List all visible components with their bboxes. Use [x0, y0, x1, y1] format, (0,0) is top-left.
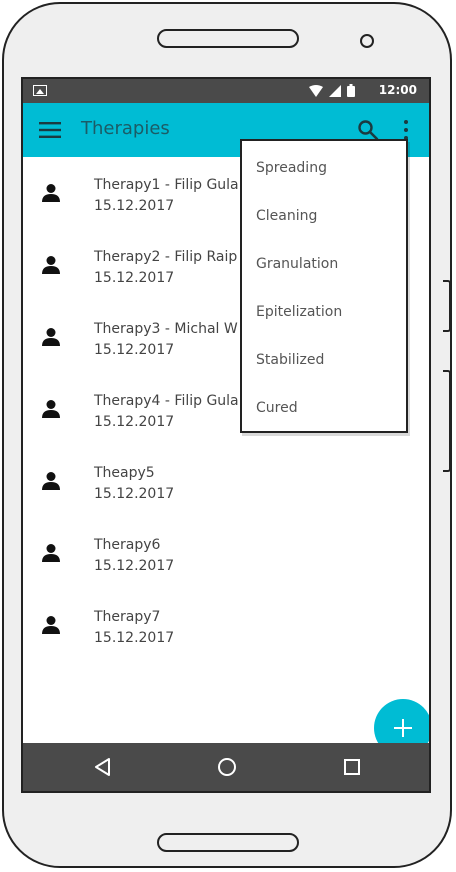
menu-item-stabilized[interactable]: Stabilized [242, 336, 406, 384]
menu-item-cured[interactable]: Cured [242, 384, 406, 432]
filter-dropdown-menu: Spreading Cleaning Granulation Epiteliza… [240, 139, 408, 433]
menu-item-granulation[interactable]: Granulation [242, 240, 406, 288]
recents-square-icon[interactable] [343, 758, 361, 776]
therapy-date: 15.12.2017 [94, 342, 175, 358]
back-triangle-icon[interactable] [93, 757, 113, 777]
person-icon [42, 400, 60, 418]
person-icon [42, 328, 60, 346]
person-icon [42, 256, 60, 274]
volume-button [443, 280, 451, 332]
person-icon [42, 616, 60, 634]
person-icon [42, 472, 60, 490]
therapy-title: Therapy7 [94, 609, 161, 625]
person-icon [42, 544, 60, 562]
therapy-title: Therapy1 - Filip Gula [94, 177, 239, 193]
wifi-icon [309, 84, 323, 97]
page-title: Therapies [81, 118, 170, 139]
therapy-date: 15.12.2017 [94, 198, 175, 214]
screen: 12:00 Therapies Therapy1 - Filip Gula 15… [21, 77, 431, 793]
status-icons [309, 84, 355, 97]
list-item[interactable]: Therapy7 15.12.2017 [23, 589, 429, 661]
list-item[interactable]: Therapy6 15.12.2017 [23, 517, 429, 589]
home-circle-icon[interactable] [217, 757, 237, 777]
therapy-date: 15.12.2017 [94, 270, 175, 286]
list-item[interactable]: Theapy5 15.12.2017 [23, 445, 429, 517]
menu-item-cleaning[interactable]: Cleaning [242, 192, 406, 240]
top-speaker [157, 29, 299, 48]
battery-icon [347, 84, 355, 97]
search-icon[interactable] [357, 119, 379, 141]
therapy-date: 15.12.2017 [94, 558, 175, 574]
therapy-title: Theapy5 [94, 465, 155, 481]
plus-icon [394, 719, 412, 737]
therapy-date: 15.12.2017 [94, 486, 175, 502]
therapy-date: 15.12.2017 [94, 414, 175, 430]
status-time: 12:00 [378, 83, 417, 97]
navigation-bar [23, 743, 429, 791]
bottom-speaker [157, 833, 299, 852]
more-vertical-icon[interactable] [401, 119, 411, 141]
therapy-date: 15.12.2017 [94, 630, 175, 646]
therapy-title: Therapy6 [94, 537, 161, 553]
person-icon [42, 184, 60, 202]
status-bar: 12:00 [23, 79, 429, 103]
power-button [443, 370, 451, 472]
menu-icon[interactable] [39, 121, 61, 139]
menu-item-spreading[interactable]: Spreading [242, 144, 406, 192]
therapy-title: Therapy3 - Michal W [94, 321, 238, 337]
therapy-title: Therapy2 - Filip Raip [94, 249, 238, 265]
image-notification-icon [33, 85, 47, 96]
therapy-title: Therapy4 - Filip Gula [94, 393, 239, 409]
menu-item-epitelization[interactable]: Epitelization [242, 288, 406, 336]
signal-icon [329, 84, 341, 97]
front-camera [360, 34, 374, 48]
